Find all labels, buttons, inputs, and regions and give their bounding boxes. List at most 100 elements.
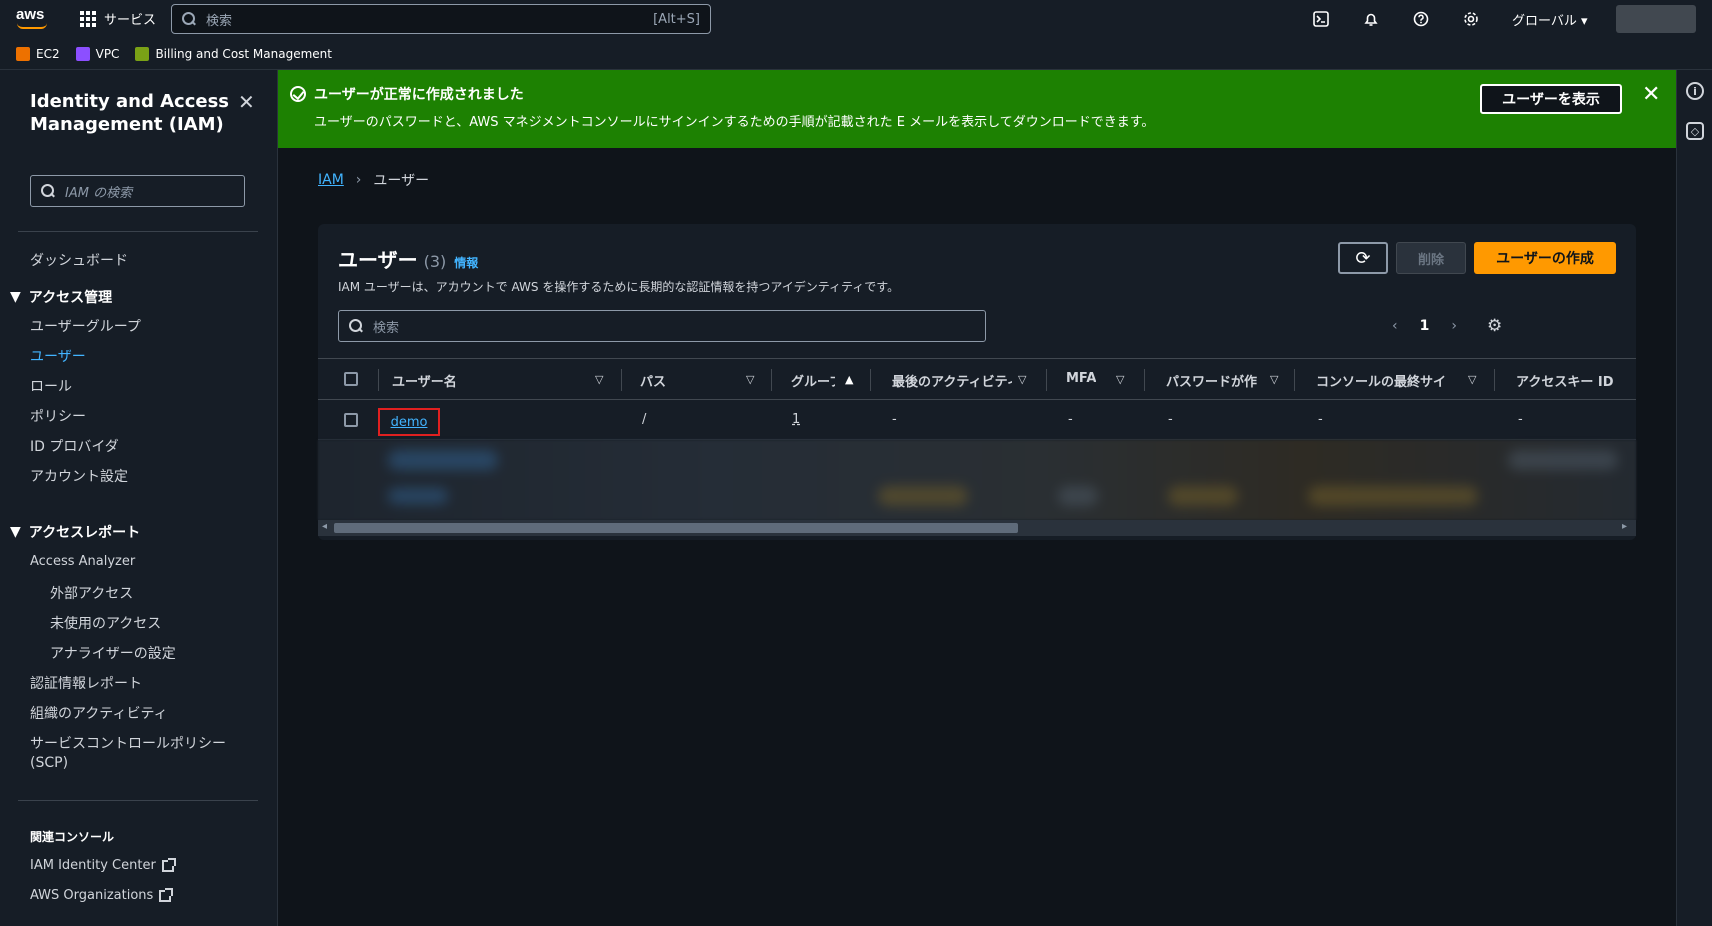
pagination: ‹ 1 › ⚙ [1392,316,1502,336]
nav-scp[interactable]: サービスコントロールポリシー [30,733,226,753]
flash-title: ユーザーが正常に作成されました [314,87,524,103]
nav-section-access-reports[interactable]: ▼ アクセスレポート [10,522,140,542]
cell-mfa: - [1068,412,1073,427]
nav-policies[interactable]: ポリシー [30,406,86,426]
bell-icon[interactable] [1360,8,1382,30]
help-icon[interactable] [1410,8,1432,30]
column-header-groups[interactable]: グループ [791,371,835,390]
close-icon[interactable]: ✕ [1642,82,1660,107]
nav-section-label: アクセス管理 [28,290,113,306]
cloudshell-icon[interactable] [1310,8,1332,30]
users-count: (3) [423,252,447,271]
favorite-billing[interactable]: Billing and Cost Management [135,46,332,61]
column-header-last-activity[interactable]: 最後のアクティビティ [892,371,1012,390]
divider [18,800,258,801]
nav-user-groups[interactable]: ユーザーグループ [30,316,141,336]
chevron-right-icon: › [355,172,362,188]
horizontal-scrollbar[interactable]: ◂ ▸ [318,520,1636,536]
sort-ascending-icon[interactable]: ▲ [845,373,853,386]
aws-logo-text: aws [16,6,45,23]
delete-button[interactable]: 削除 [1396,242,1466,274]
select-all-checkbox[interactable] [344,372,358,386]
favorite-label: Billing and Cost Management [155,46,332,61]
current-page[interactable]: 1 [1420,318,1430,334]
column-header-password-age[interactable]: パスワードが作 [1166,371,1262,390]
favorite-vpc[interactable]: VPC [75,46,120,61]
nav-users[interactable]: ユーザー [30,346,86,366]
link-aws-organizations[interactable]: AWS Organizations [30,887,174,903]
search-shortcut-hint: [Alt+S] [653,11,700,27]
global-search-placeholder: 検索 [206,13,233,29]
top-navigation-bar: aws サービス 検索 [Alt+S] グローバル ▾ [0,0,1712,38]
create-user-button[interactable]: ユーザーの作成 [1474,242,1616,274]
row-checkbox[interactable] [344,413,358,427]
scrollbar-thumb[interactable] [334,523,1018,533]
column-header-console-last-signin[interactable]: コンソールの最終サイ [1316,371,1462,390]
services-menu-button[interactable]: サービス [80,9,156,28]
scroll-right-icon[interactable]: ▸ [1622,521,1627,532]
sort-icon[interactable]: ▽ [746,373,754,386]
cell-last-activity: - [892,412,897,427]
sort-icon[interactable]: ▽ [1270,373,1278,386]
aws-logo[interactable]: aws [16,6,52,32]
search-icon [349,319,363,333]
cell-path: / [642,412,647,427]
refresh-icon: ⟳ [1355,247,1371,269]
shield-icon[interactable]: ◇ [1686,122,1704,140]
redacted-rows [318,440,1636,520]
nav-analyzer-settings[interactable]: アナライザーの設定 [50,643,176,663]
nav-account-settings[interactable]: アカウント設定 [30,466,128,486]
close-icon[interactable]: ✕ [238,90,255,114]
breadcrumb-iam-link[interactable]: IAM [318,172,344,188]
iam-search-input[interactable]: IAM の検索 [30,175,245,207]
nav-unused-access[interactable]: 未使用のアクセス [50,613,161,633]
gear-icon[interactable]: ⚙ [1487,316,1502,336]
sort-icon[interactable]: ▽ [1468,373,1476,386]
info-link[interactable]: 情報 [454,254,478,271]
external-link-icon [159,887,174,902]
search-icon [182,12,196,26]
external-link-icon [161,857,176,872]
side-nav-title[interactable]: Identity and Access Management (IAM) [30,90,240,136]
cell-console-last-signin: - [1318,412,1323,427]
nav-roles[interactable]: ロール [30,376,72,396]
nav-external-access[interactable]: 外部アクセス [50,583,133,603]
nav-section-access-management[interactable]: ▼ アクセス管理 [10,287,112,307]
settings-icon[interactable] [1460,8,1482,30]
nav-organization-activity[interactable]: 組織のアクティビティ [30,703,168,723]
right-tools-rail: i ◇ [1676,70,1712,926]
nav-credential-report[interactable]: 認証情報レポート [30,673,142,693]
sort-icon[interactable]: ▽ [1018,373,1026,386]
nav-dashboard[interactable]: ダッシュボード [30,250,128,270]
info-icon[interactable]: i [1686,82,1704,100]
chevron-right-icon[interactable]: › [1451,318,1457,334]
nav-scp-suffix[interactable]: (SCP) [30,755,68,771]
breadcrumb: IAM › ユーザー [318,170,429,190]
sort-icon[interactable]: ▽ [595,373,603,386]
refresh-button[interactable]: ⟳ [1338,242,1388,274]
users-title: ユーザー [338,248,418,272]
favorite-ec2[interactable]: EC2 [16,46,60,61]
users-search-input[interactable]: 検索 [338,310,986,342]
username-link[interactable]: demo [378,408,440,436]
column-header-mfa[interactable]: MFA [1066,371,1096,386]
nav-access-analyzer[interactable]: Access Analyzer [30,554,135,569]
global-search-input[interactable]: 検索 [Alt+S] [171,4,711,34]
cell-access-key-id: - [1518,412,1523,427]
view-user-button[interactable]: ユーザーを表示 [1480,84,1622,114]
link-iam-identity-center[interactable]: IAM Identity Center [30,857,176,873]
column-header-path[interactable]: パス [640,371,720,390]
scroll-left-icon[interactable]: ◂ [322,521,327,532]
nav-section-label: アクセスレポート [28,525,141,541]
region-selector[interactable]: グローバル ▾ [1512,10,1588,29]
favorite-label: VPC [95,46,120,61]
account-menu-button[interactable] [1616,5,1696,33]
sort-icon[interactable]: ▽ [1116,373,1124,386]
column-header-access-key-id[interactable]: アクセスキー ID [1516,371,1626,390]
nav-identity-providers[interactable]: ID プロバイダ [30,436,119,456]
table-row[interactable]: demo / 1 - - - - - [318,400,1636,440]
users-table-container: ユーザー (3) 情報 IAM ユーザーは、アカウントで AWS を操作するため… [318,224,1636,540]
column-header-username[interactable]: ユーザー名 [392,371,572,390]
chevron-left-icon[interactable]: ‹ [1392,318,1398,334]
cell-groups[interactable]: 1 [792,412,800,427]
